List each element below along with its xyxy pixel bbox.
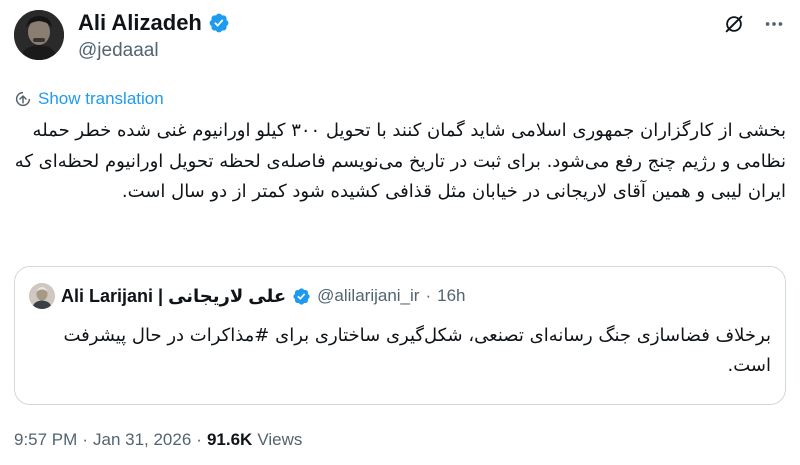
tweet-card: Ali Alizadeh @jedaaal Show translation ب… <box>0 0 800 465</box>
quoted-author-handle[interactable]: @alilarijani_ir <box>317 286 419 306</box>
avatar-portrait-icon <box>29 283 55 309</box>
quoted-author-display-name[interactable]: Ali Larijani | علی لاریجانی <box>61 286 286 307</box>
quoted-tweet[interactable]: Ali Larijani | علی لاریجانی @alilarijani… <box>14 266 786 405</box>
author-avatar[interactable] <box>14 10 64 60</box>
tweet-text: بخشی از کارگزاران جمهوری اسلامی شاید گما… <box>14 120 786 202</box>
author-display-name[interactable]: Ali Alizadeh <box>78 10 202 36</box>
views-label: Views <box>257 430 303 449</box>
separator-dot: · <box>196 430 202 449</box>
views-count: 91.6K <box>206 430 253 449</box>
quoted-tweet-text: برخلاف فضاسازی جنگ رسانه‌ای تصنعی، شکل‌گ… <box>63 325 771 376</box>
quoted-tweet-header: Ali Larijani | علی لاریجانی @alilarijani… <box>29 283 466 309</box>
quoted-author-avatar[interactable] <box>29 283 55 309</box>
header-actions <box>722 12 786 36</box>
quoted-tweet-time[interactable]: 16h <box>437 286 465 306</box>
author-name-row: Ali Alizadeh <box>78 10 230 36</box>
tweet-meta: 9:57 PM · Jan 31, 2026 · 91.6K Views <box>14 430 302 450</box>
show-translation-label: Show translation <box>38 89 164 108</box>
separator-dot: · <box>82 430 88 449</box>
author-handle[interactable]: @jedaaal <box>78 40 159 62</box>
verified-badge-icon <box>208 12 230 34</box>
translate-icon <box>15 91 31 107</box>
tweet-date[interactable]: Jan 31, 2026 <box>93 430 191 450</box>
tweet-time[interactable]: 9:57 PM <box>14 430 77 450</box>
avatar-portrait-icon <box>14 10 64 60</box>
separator-dot: · <box>425 286 432 305</box>
grok-icon[interactable] <box>722 12 746 36</box>
more-horizontal-icon[interactable] <box>762 12 786 36</box>
verified-badge-icon <box>292 287 311 306</box>
show-translation-link[interactable]: Show translation <box>14 89 164 109</box>
